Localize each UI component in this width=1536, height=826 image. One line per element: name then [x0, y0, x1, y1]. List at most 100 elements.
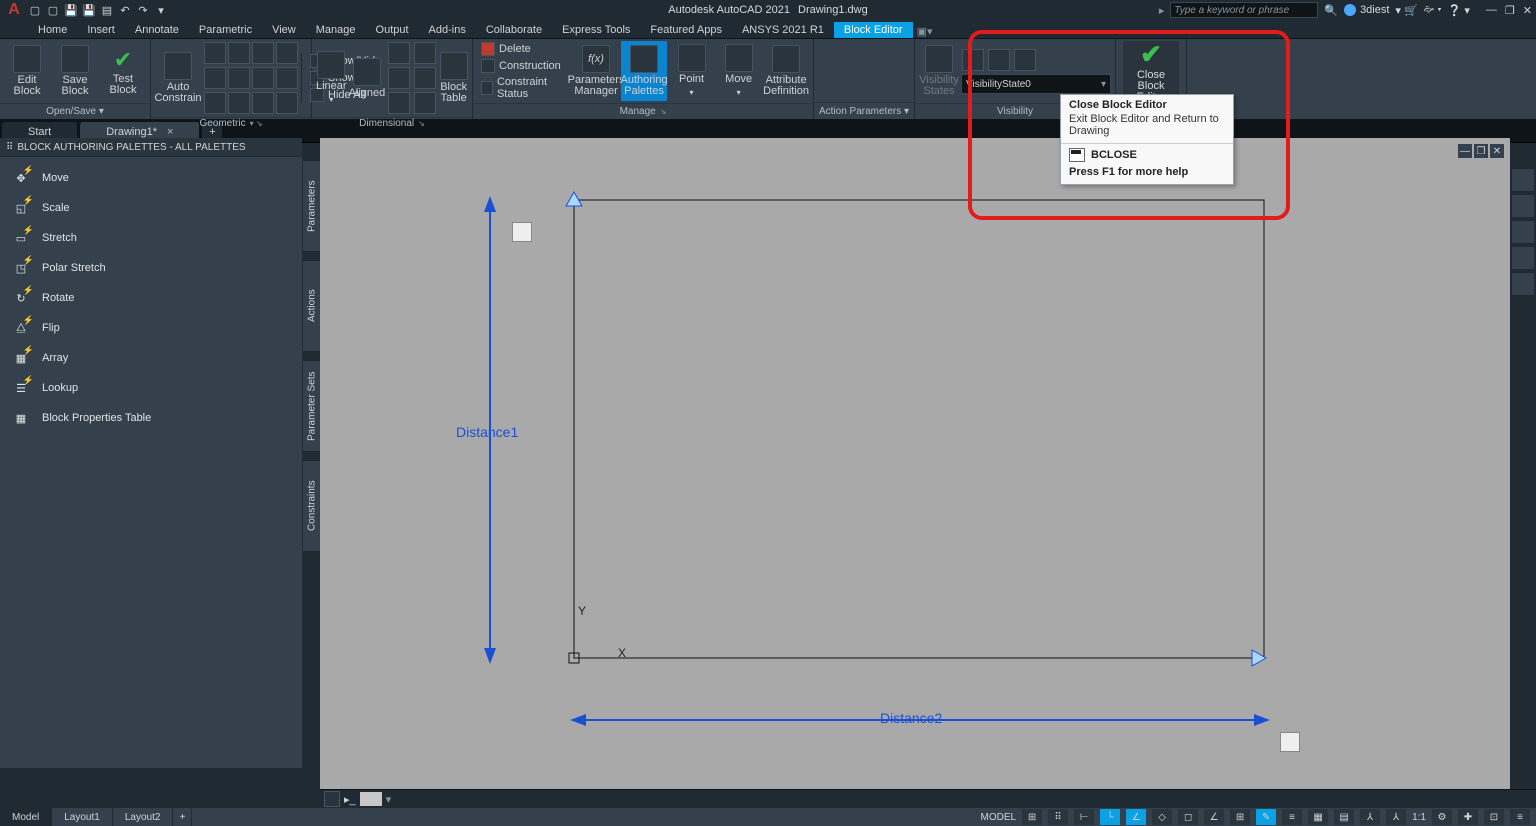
cmd-input[interactable]	[360, 792, 382, 806]
geo-btn-7[interactable]	[252, 67, 274, 89]
qat-dropdown-icon[interactable]: ▾	[154, 3, 168, 17]
dim-btn-5[interactable]	[414, 67, 436, 89]
status-transparency-icon[interactable]: ▦	[1308, 809, 1328, 825]
geo-btn-1[interactable]	[204, 42, 226, 64]
status-cycling-icon[interactable]: ▤	[1334, 809, 1354, 825]
search-arrow-icon[interactable]: ▸	[1159, 4, 1165, 17]
menu-overflow-icon[interactable]: ▣▾	[917, 25, 933, 38]
aligned-button[interactable]: Aligned	[349, 48, 386, 108]
status-model[interactable]: MODEL	[981, 812, 1017, 823]
dim-btn-4[interactable]	[414, 42, 436, 64]
sidetab-parameter-sets[interactable]: Parameter Sets	[302, 360, 322, 452]
point-button[interactable]: Point▾	[669, 41, 714, 101]
nav-wheel-icon[interactable]	[1511, 168, 1535, 192]
construction-button[interactable]: Construction	[477, 58, 571, 74]
status-3dosnap-icon[interactable]: ∠	[1204, 809, 1224, 825]
minimize-icon[interactable]: —	[1486, 4, 1497, 17]
keyword-search-input[interactable]: Type a keyword or phrase	[1170, 2, 1318, 18]
geo-btn-12[interactable]	[276, 92, 298, 114]
open-icon[interactable]: ▢	[46, 3, 60, 17]
palette-item-rotate[interactable]: ↻⚡Rotate	[0, 283, 302, 313]
geo-btn-9[interactable]	[204, 92, 226, 114]
tab-featured-apps[interactable]: Featured Apps	[640, 22, 732, 38]
nav-showmotion-icon[interactable]	[1511, 272, 1535, 296]
palette-item-lookup[interactable]: ☰⚡Lookup	[0, 373, 302, 403]
dim-btn-3[interactable]	[388, 92, 410, 114]
cart-icon[interactable]: ▾ 🛒	[1395, 4, 1417, 17]
layout-tab-model[interactable]: Model	[0, 808, 52, 826]
panel-label-open-save[interactable]: Open/Save ▾	[0, 103, 150, 119]
status-snap-icon[interactable]: ⠿	[1048, 809, 1068, 825]
nav-orbit-icon[interactable]	[1511, 246, 1535, 270]
status-workspace-icon[interactable]: ⚙	[1432, 809, 1452, 825]
tab-home[interactable]: Home	[28, 22, 77, 38]
tab-parametric[interactable]: Parametric	[189, 22, 262, 38]
status-customize-icon[interactable]: ≡	[1510, 809, 1530, 825]
panel-label-manage[interactable]: Manage↘	[473, 103, 813, 119]
test-block-button[interactable]: ✔Test Block	[100, 41, 146, 101]
nav-zoom-icon[interactable]	[1511, 220, 1535, 244]
plot-icon[interactable]: ▤	[100, 3, 114, 17]
geo-btn-3[interactable]	[252, 42, 274, 64]
user-account[interactable]: 3diest	[1344, 4, 1389, 16]
block-table-button[interactable]: Block Table	[439, 48, 468, 108]
status-infer-icon[interactable]: ⊢	[1074, 809, 1094, 825]
delete-button[interactable]: Delete	[477, 41, 571, 57]
constraint-status-button[interactable]: Constraint Status	[477, 75, 571, 101]
new-icon[interactable]: ▢	[28, 3, 42, 17]
tab-express-tools[interactable]: Express Tools	[552, 22, 640, 38]
tab-manage[interactable]: Manage	[306, 22, 366, 38]
panel-label-action-parameters[interactable]: Action Parameters ▾	[814, 102, 914, 119]
palette-item-polar-stretch[interactable]: ◳⚡Polar Stretch	[0, 253, 302, 283]
cmd-dropdown-icon[interactable]: ▾	[386, 793, 392, 806]
authoring-palettes-button[interactable]: Authoring Palettes	[621, 41, 667, 101]
palette-item-scale[interactable]: ◱⚡Scale	[0, 193, 302, 223]
tab-view[interactable]: View	[262, 22, 306, 38]
status-units-icon[interactable]: ⊡	[1484, 809, 1504, 825]
status-polar-icon[interactable]: ∠	[1126, 809, 1146, 825]
dim-btn-6[interactable]	[414, 92, 436, 114]
status-osnap-icon[interactable]: ◻	[1178, 809, 1198, 825]
sidetab-parameters[interactable]: Parameters	[302, 160, 322, 252]
status-ortho-icon[interactable]: └	[1100, 809, 1120, 825]
dim-btn-2[interactable]	[388, 67, 410, 89]
status-monitor-icon[interactable]: ✚	[1458, 809, 1478, 825]
geo-btn-11[interactable]	[252, 92, 274, 114]
palette-item-stretch[interactable]: ▭⚡Stretch	[0, 223, 302, 253]
visibility-state-select[interactable]: VisibilityState0	[961, 74, 1111, 94]
tab-annotate[interactable]: Annotate	[125, 22, 189, 38]
status-grid-icon[interactable]: ⊞	[1022, 809, 1042, 825]
attribute-definition-button[interactable]: Attribute Definition	[763, 41, 809, 101]
block-ref-icon[interactable]	[512, 222, 532, 242]
command-line[interactable]: ▸_ ▾	[320, 789, 1536, 808]
save-icon[interactable]: 💾	[64, 3, 78, 17]
geo-btn-5[interactable]	[204, 67, 226, 89]
linear-button[interactable]: Linear▾	[316, 48, 347, 108]
status-otrack-icon[interactable]: ⊞	[1230, 809, 1250, 825]
saveas-icon[interactable]: 💾	[82, 3, 96, 17]
layout-tab-layout1[interactable]: Layout1	[52, 808, 113, 826]
status-iso-icon[interactable]: ◇	[1152, 809, 1172, 825]
tab-collaborate[interactable]: Collaborate	[476, 22, 552, 38]
close-window-icon[interactable]: ✕	[1523, 4, 1532, 17]
close-block-editor-button[interactable]: ✔ Close Block Editor	[1123, 41, 1179, 101]
dim-btn-1[interactable]	[388, 42, 410, 64]
sidetab-actions[interactable]: Actions	[302, 260, 322, 352]
layout-tab-add[interactable]: +	[173, 808, 192, 826]
tab-addins[interactable]: Add-ins	[419, 22, 476, 38]
palette-item-block-properties-table[interactable]: ▦Block Properties Table	[0, 403, 302, 433]
parameters-manager-button[interactable]: f(x)Parameters Manager	[573, 41, 619, 101]
geo-btn-6[interactable]	[228, 67, 250, 89]
undo-icon[interactable]: ↶	[118, 3, 132, 17]
geo-btn-2[interactable]	[228, 42, 250, 64]
geo-btn-8[interactable]	[276, 67, 298, 89]
app-logo-icon[interactable]: A	[4, 0, 24, 20]
tab-output[interactable]: Output	[366, 22, 419, 38]
restore-icon[interactable]: ❐	[1505, 4, 1515, 17]
status-lineweight-icon[interactable]: ≡	[1282, 809, 1302, 825]
tab-block-editor[interactable]: Block Editor	[834, 22, 913, 38]
palette-item-move[interactable]: ✥⚡Move	[0, 163, 302, 193]
panel-label-dimensional[interactable]: Dimensional↘	[312, 117, 472, 129]
edit-block-button[interactable]: Edit Block	[4, 41, 50, 101]
status-annotation-scale-icon[interactable]: ⅄	[1386, 809, 1406, 825]
